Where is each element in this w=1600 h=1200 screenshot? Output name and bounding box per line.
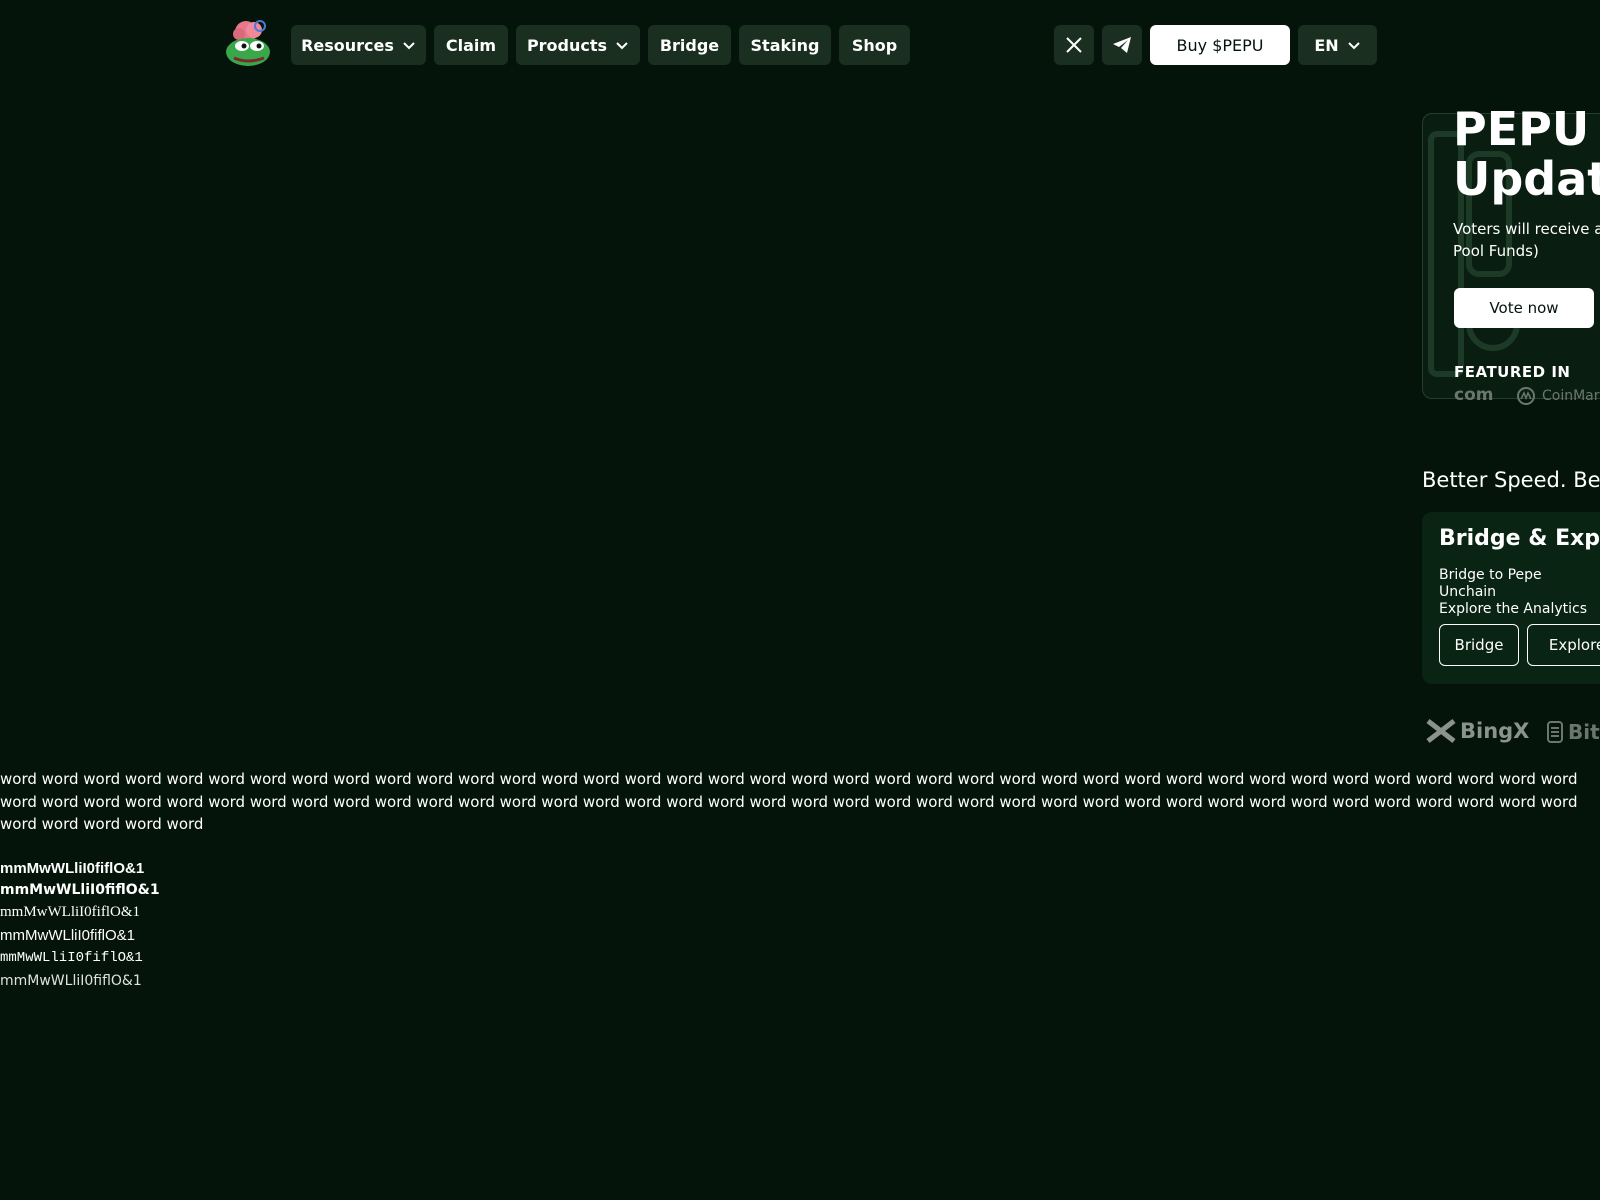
bridge-button-label: Bridge [1454, 636, 1504, 654]
bitmart-logo: BitM [1546, 720, 1600, 744]
font-sample-6: mmMwWLliI0fiflO&1 [0, 973, 142, 989]
featured-logo-com: com [1454, 385, 1494, 405]
vote-now-button[interactable]: Vote now [1454, 288, 1594, 328]
vote-now-label: Vote now [1489, 299, 1559, 317]
bridge-card-description: Bridge to Pepe Unchain Explore the Analy… [1439, 567, 1587, 617]
bitmart-icon [1547, 721, 1563, 743]
bitmart-label: BitM [1568, 720, 1600, 744]
bingx-label: BingX [1460, 719, 1530, 743]
coinmarketcap-icon [1517, 387, 1535, 405]
buy-pepu-label: Buy $PEPU [1176, 35, 1264, 55]
nav-claim-button[interactable]: Claim [434, 25, 508, 65]
hero-title-line2: Update [1453, 152, 1600, 206]
nav-staking-label: Staking [750, 35, 820, 55]
telegram-icon [1113, 37, 1131, 53]
font-sample-2: mmMwWLliI0fiflO&1 [0, 882, 160, 898]
chevron-down-icon [616, 42, 628, 50]
hero-description: Voters will receive a Pool Funds) [1453, 220, 1600, 260]
x-logo-icon [1066, 37, 1082, 53]
language-label: EN [1314, 35, 1339, 55]
page: Resources Claim Products Bridge Staking … [0, 0, 1600, 1200]
nav-resources-label: Resources [301, 35, 394, 55]
explore-button-label: Explore [1548, 636, 1600, 654]
nav-products-button[interactable]: Products [516, 25, 640, 65]
coinmarketcap-label: CoinMarl [1542, 388, 1600, 404]
bridge-button[interactable]: Bridge [1439, 624, 1519, 666]
language-selector[interactable]: EN [1298, 25, 1377, 65]
pepe-logo-icon[interactable] [224, 18, 276, 70]
telegram-button[interactable] [1102, 25, 1142, 65]
font-sample-3: mmMwWLliI0fiflO&1 [0, 904, 140, 920]
bingx-icon [1426, 719, 1456, 743]
nav-products-label: Products [526, 35, 608, 55]
hero-title: PEPU R Update [1453, 104, 1600, 204]
explore-button[interactable]: Explore [1527, 624, 1600, 666]
featured-logo-coinmarketcap: CoinMarl [1516, 386, 1600, 406]
featured-in-label: FEATURED IN [1454, 363, 1571, 381]
chevron-down-icon [403, 42, 415, 50]
font-sample-1: mmMwWLliI0fiflO&1 [0, 860, 145, 877]
nav-shop-button[interactable]: Shop [839, 25, 910, 65]
nav-bridge-button[interactable]: Bridge [648, 25, 731, 65]
hero-title-line1: PEPU R [1453, 102, 1600, 156]
nav-bridge-label: Bridge [659, 35, 720, 55]
bingx-logo: BingX [1426, 719, 1529, 743]
x-twitter-button[interactable] [1054, 25, 1094, 65]
font-sample-4: mmMwWLliI0fiflO&1 [0, 927, 136, 944]
font-sample-5: mmMwWLliI0fiflO&1 [0, 950, 143, 966]
nav-shop-label: Shop [851, 35, 898, 55]
nav-claim-label: Claim [445, 35, 497, 55]
word-test-paragraph: word word word word word word word word … [0, 770, 1578, 833]
nav-resources-button[interactable]: Resources [291, 25, 426, 65]
bridge-card-title: Bridge & Explore [1439, 526, 1600, 551]
chevron-down-icon [1347, 42, 1360, 50]
nav-staking-button[interactable]: Staking [739, 25, 831, 65]
buy-pepu-button[interactable]: Buy $PEPU [1150, 25, 1290, 65]
tagline: Better Speed. Bett [1422, 468, 1600, 492]
